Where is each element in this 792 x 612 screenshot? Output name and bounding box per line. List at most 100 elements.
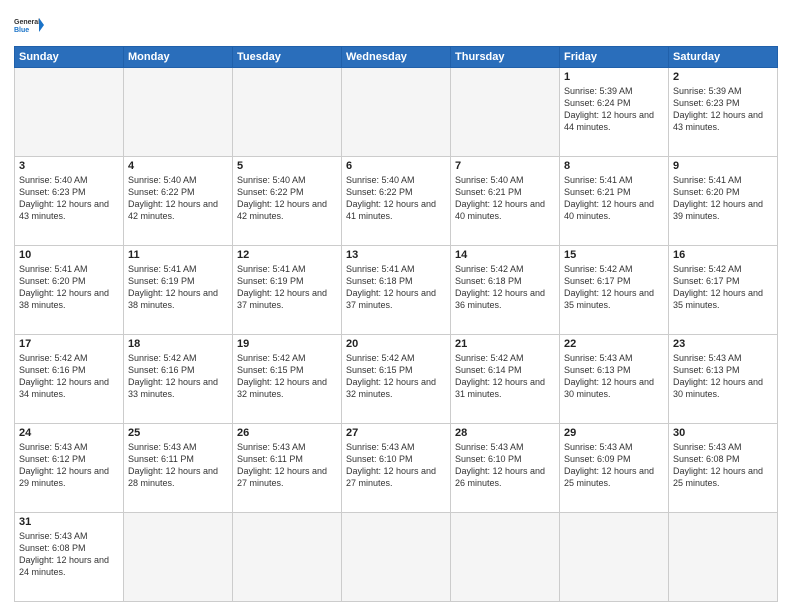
day-info: Sunrise: 5:43 AM Sunset: 6:08 PM Dayligh… xyxy=(673,441,773,490)
day-info: Sunrise: 5:41 AM Sunset: 6:21 PM Dayligh… xyxy=(564,174,664,223)
day-info: Sunrise: 5:42 AM Sunset: 6:17 PM Dayligh… xyxy=(673,263,773,312)
weekday-header-tuesday: Tuesday xyxy=(233,47,342,68)
calendar-body: 1 Sunrise: 5:39 AM Sunset: 6:24 PM Daylig… xyxy=(15,68,778,602)
day-number: 8 xyxy=(564,160,664,172)
calendar-cell: 4 Sunrise: 5:40 AM Sunset: 6:22 PM Daylig… xyxy=(124,157,233,246)
day-info: Sunrise: 5:42 AM Sunset: 6:15 PM Dayligh… xyxy=(346,352,446,401)
day-number: 20 xyxy=(346,338,446,350)
weekday-header-wednesday: Wednesday xyxy=(342,47,451,68)
day-info: Sunrise: 5:43 AM Sunset: 6:10 PM Dayligh… xyxy=(346,441,446,490)
calendar-cell: 3 Sunrise: 5:40 AM Sunset: 6:23 PM Daylig… xyxy=(15,157,124,246)
calendar-cell: 9 Sunrise: 5:41 AM Sunset: 6:20 PM Daylig… xyxy=(669,157,778,246)
calendar-week-row: 24Sunrise: 5:43 AM Sunset: 6:12 PM Dayli… xyxy=(15,424,778,513)
day-info: Sunrise: 5:41 AM Sunset: 6:19 PM Dayligh… xyxy=(128,263,228,312)
day-info: Sunrise: 5:40 AM Sunset: 6:22 PM Dayligh… xyxy=(237,174,337,223)
day-info: Sunrise: 5:43 AM Sunset: 6:09 PM Dayligh… xyxy=(564,441,664,490)
calendar-week-row: 3 Sunrise: 5:40 AM Sunset: 6:23 PM Daylig… xyxy=(15,157,778,246)
calendar-cell xyxy=(233,513,342,602)
calendar-cell: 21Sunrise: 5:42 AM Sunset: 6:14 PM Dayli… xyxy=(451,335,560,424)
calendar-cell: 20 Sunrise: 5:42 AM Sunset: 6:15 PM Dayli… xyxy=(342,335,451,424)
calendar-cell: 26Sunrise: 5:43 AM Sunset: 6:11 PM Dayli… xyxy=(233,424,342,513)
calendar-cell: 13Sunrise: 5:41 AM Sunset: 6:18 PM Dayli… xyxy=(342,246,451,335)
calendar-cell: 8 Sunrise: 5:41 AM Sunset: 6:21 PM Daylig… xyxy=(560,157,669,246)
calendar-week-row: 17Sunrise: 5:42 AM Sunset: 6:16 PM Dayli… xyxy=(15,335,778,424)
calendar-cell: 6 Sunrise: 5:40 AM Sunset: 6:22 PM Daylig… xyxy=(342,157,451,246)
generalblue-logo-icon: GeneralBlue xyxy=(14,10,44,40)
header: GeneralBlue xyxy=(14,10,778,40)
calendar-week-row: 1 Sunrise: 5:39 AM Sunset: 6:24 PM Daylig… xyxy=(15,68,778,157)
day-info: Sunrise: 5:41 AM Sunset: 6:20 PM Dayligh… xyxy=(19,263,119,312)
calendar-cell: 19Sunrise: 5:42 AM Sunset: 6:15 PM Dayli… xyxy=(233,335,342,424)
calendar-cell: 27 Sunrise: 5:43 AM Sunset: 6:10 PM Dayli… xyxy=(342,424,451,513)
day-number: 31 xyxy=(19,516,119,528)
day-number: 9 xyxy=(673,160,773,172)
calendar-cell: 15 Sunrise: 5:42 AM Sunset: 6:17 PM Dayli… xyxy=(560,246,669,335)
svg-text:General: General xyxy=(14,19,40,26)
day-number: 7 xyxy=(455,160,555,172)
calendar-cell: 17Sunrise: 5:42 AM Sunset: 6:16 PM Dayli… xyxy=(15,335,124,424)
calendar-cell xyxy=(451,68,560,157)
day-number: 15 xyxy=(564,249,664,261)
day-number: 26 xyxy=(237,427,337,439)
day-number: 21 xyxy=(455,338,555,350)
day-number: 3 xyxy=(19,160,119,172)
day-info: Sunrise: 5:42 AM Sunset: 6:18 PM Dayligh… xyxy=(455,263,555,312)
day-number: 22 xyxy=(564,338,664,350)
calendar-cell: 22 Sunrise: 5:43 AM Sunset: 6:13 PM Dayli… xyxy=(560,335,669,424)
calendar-cell: 14 Sunrise: 5:42 AM Sunset: 6:18 PM Dayli… xyxy=(451,246,560,335)
weekday-header-thursday: Thursday xyxy=(451,47,560,68)
day-info: Sunrise: 5:43 AM Sunset: 6:11 PM Dayligh… xyxy=(128,441,228,490)
day-info: Sunrise: 5:43 AM Sunset: 6:12 PM Dayligh… xyxy=(19,441,119,490)
day-info: Sunrise: 5:42 AM Sunset: 6:17 PM Dayligh… xyxy=(564,263,664,312)
day-number: 5 xyxy=(237,160,337,172)
calendar-cell xyxy=(560,513,669,602)
day-info: Sunrise: 5:40 AM Sunset: 6:21 PM Dayligh… xyxy=(455,174,555,223)
day-number: 4 xyxy=(128,160,228,172)
weekday-header-saturday: Saturday xyxy=(669,47,778,68)
day-number: 27 xyxy=(346,427,446,439)
calendar-cell xyxy=(342,68,451,157)
day-info: Sunrise: 5:41 AM Sunset: 6:19 PM Dayligh… xyxy=(237,263,337,312)
day-info: Sunrise: 5:43 AM Sunset: 6:13 PM Dayligh… xyxy=(673,352,773,401)
calendar-cell: 16 Sunrise: 5:42 AM Sunset: 6:17 PM Dayli… xyxy=(669,246,778,335)
calendar-cell: 23 Sunrise: 5:43 AM Sunset: 6:13 PM Dayli… xyxy=(669,335,778,424)
day-info: Sunrise: 5:43 AM Sunset: 6:08 PM Dayligh… xyxy=(19,530,119,579)
weekday-header-monday: Monday xyxy=(124,47,233,68)
day-info: Sunrise: 5:40 AM Sunset: 6:22 PM Dayligh… xyxy=(346,174,446,223)
svg-text:Blue: Blue xyxy=(14,27,29,34)
calendar-table: SundayMondayTuesdayWednesdayThursdayFrid… xyxy=(14,46,778,602)
day-number: 23 xyxy=(673,338,773,350)
calendar-cell: 7 Sunrise: 5:40 AM Sunset: 6:21 PM Daylig… xyxy=(451,157,560,246)
day-info: Sunrise: 5:41 AM Sunset: 6:18 PM Dayligh… xyxy=(346,263,446,312)
calendar-cell xyxy=(15,68,124,157)
day-info: Sunrise: 5:43 AM Sunset: 6:13 PM Dayligh… xyxy=(564,352,664,401)
calendar-cell: 25 Sunrise: 5:43 AM Sunset: 6:11 PM Dayli… xyxy=(124,424,233,513)
day-number: 30 xyxy=(673,427,773,439)
day-number: 10 xyxy=(19,249,119,261)
logo: GeneralBlue xyxy=(14,10,44,40)
weekday-header-row: SundayMondayTuesdayWednesdayThursdayFrid… xyxy=(15,47,778,68)
day-number: 25 xyxy=(128,427,228,439)
day-info: Sunrise: 5:39 AM Sunset: 6:24 PM Dayligh… xyxy=(564,85,664,134)
day-number: 11 xyxy=(128,249,228,261)
calendar-cell: 12 Sunrise: 5:41 AM Sunset: 6:19 PM Dayli… xyxy=(233,246,342,335)
day-number: 1 xyxy=(564,71,664,83)
calendar-cell xyxy=(124,513,233,602)
calendar-cell: 5 Sunrise: 5:40 AM Sunset: 6:22 PM Daylig… xyxy=(233,157,342,246)
weekday-header-friday: Friday xyxy=(560,47,669,68)
day-number: 16 xyxy=(673,249,773,261)
day-number: 19 xyxy=(237,338,337,350)
day-number: 18 xyxy=(128,338,228,350)
calendar-cell: 10 Sunrise: 5:41 AM Sunset: 6:20 PM Dayli… xyxy=(15,246,124,335)
day-number: 12 xyxy=(237,249,337,261)
day-number: 6 xyxy=(346,160,446,172)
day-info: Sunrise: 5:40 AM Sunset: 6:22 PM Dayligh… xyxy=(128,174,228,223)
day-info: Sunrise: 5:41 AM Sunset: 6:20 PM Dayligh… xyxy=(673,174,773,223)
day-number: 29 xyxy=(564,427,664,439)
day-number: 14 xyxy=(455,249,555,261)
day-info: Sunrise: 5:42 AM Sunset: 6:16 PM Dayligh… xyxy=(128,352,228,401)
day-info: Sunrise: 5:42 AM Sunset: 6:16 PM Dayligh… xyxy=(19,352,119,401)
weekday-header-sunday: Sunday xyxy=(15,47,124,68)
day-info: Sunrise: 5:40 AM Sunset: 6:23 PM Dayligh… xyxy=(19,174,119,223)
day-info: Sunrise: 5:39 AM Sunset: 6:23 PM Dayligh… xyxy=(673,85,773,134)
